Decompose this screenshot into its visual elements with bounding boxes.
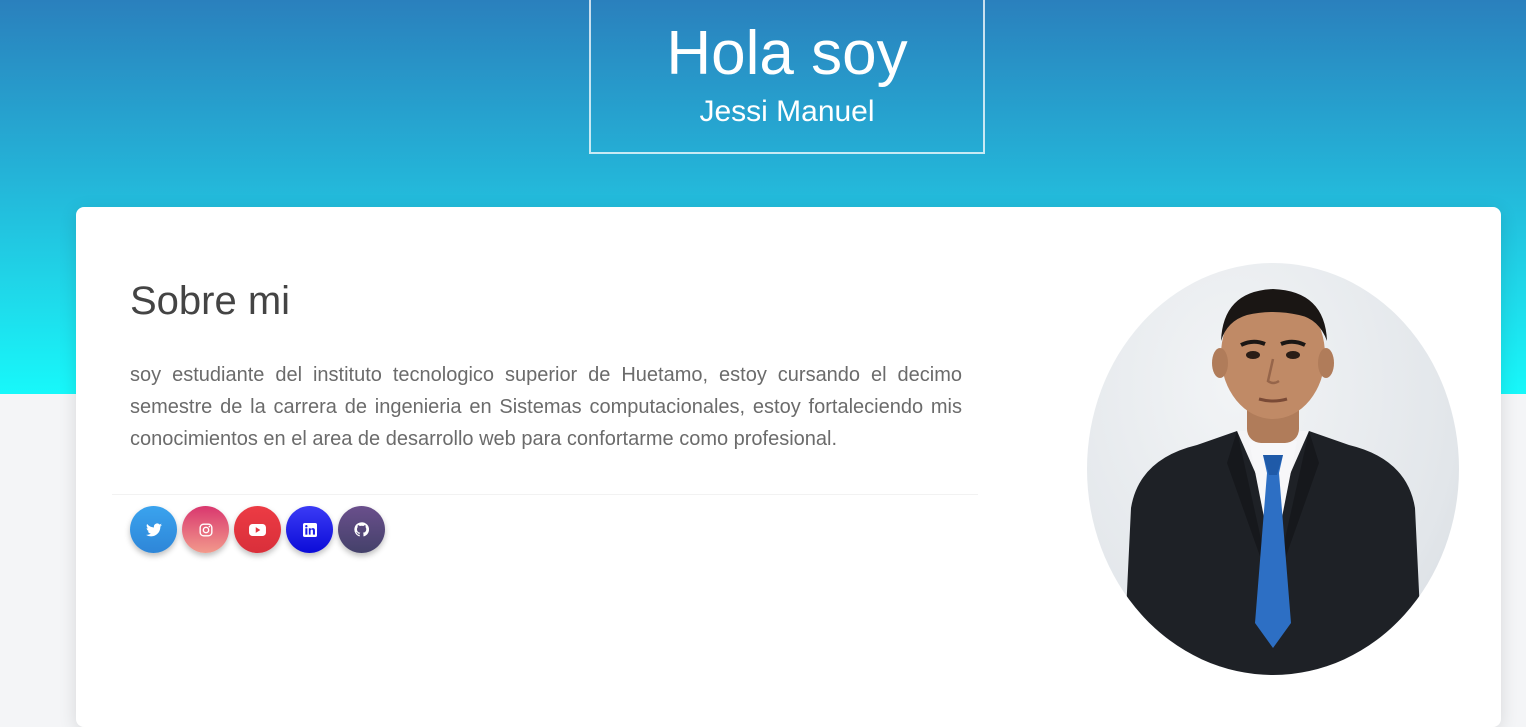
title-box: Hola soy Jessi Manuel [589, 0, 985, 154]
twitter-button[interactable] [130, 506, 177, 553]
hero-subtitle: Jessi Manuel [699, 95, 875, 128]
profile-photo [1087, 263, 1459, 675]
linkedin-button[interactable] [286, 506, 333, 553]
instagram-icon [198, 522, 213, 537]
youtube-button[interactable] [234, 506, 281, 553]
instagram-button[interactable] [182, 506, 229, 553]
about-text: soy estudiante del instituto tecnologico… [130, 364, 962, 450]
social-links [130, 506, 385, 553]
youtube-icon [249, 523, 266, 536]
about-heading: Sobre mi [130, 279, 291, 323]
divider [112, 494, 978, 495]
about-card: Sobre mi soy estudiante del instituto te… [76, 207, 1501, 727]
github-button[interactable] [338, 506, 385, 553]
twitter-icon [145, 522, 162, 537]
hero-title: Hola soy [666, 19, 908, 88]
linkedin-icon [302, 522, 317, 537]
github-icon [354, 522, 369, 537]
profile-photo-figure [1123, 289, 1423, 675]
